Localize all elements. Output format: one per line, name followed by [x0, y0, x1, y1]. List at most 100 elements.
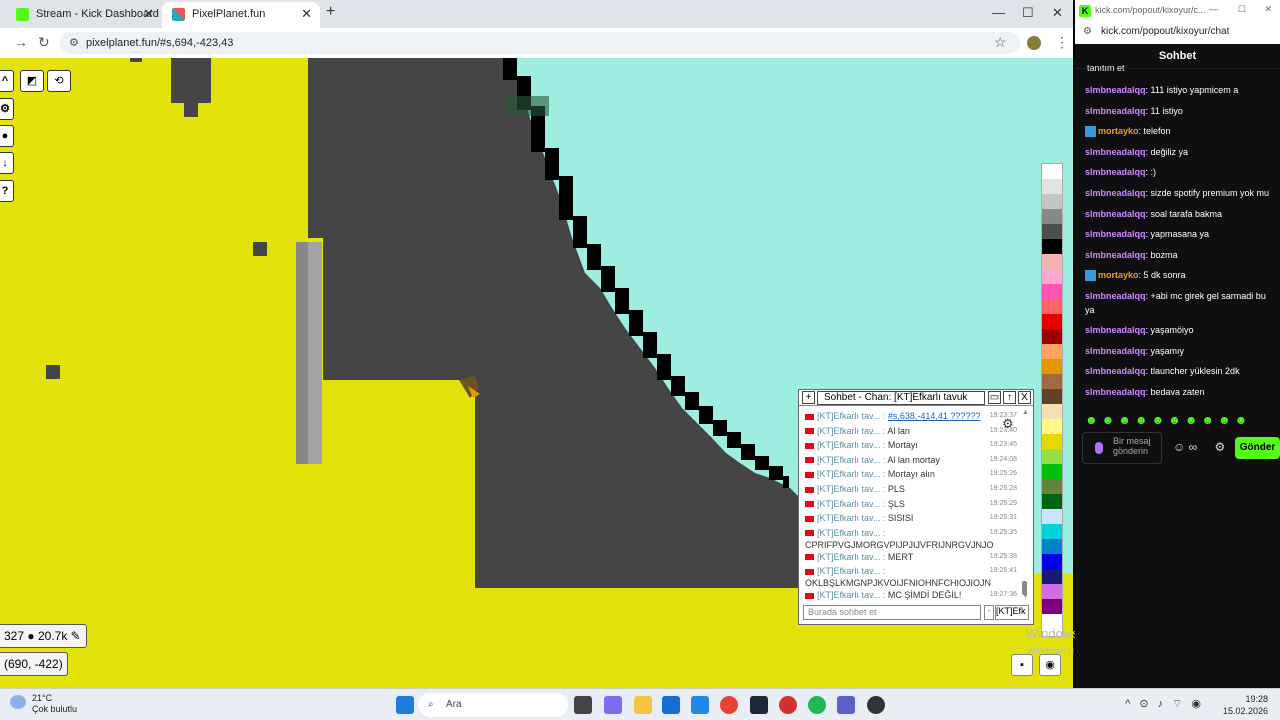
- minimize-icon[interactable]: —: [992, 5, 1005, 20]
- close-window-icon[interactable]: ✕: [1264, 4, 1272, 15]
- scroll-down-icon[interactable]: ▼: [1022, 593, 1029, 600]
- clock[interactable]: 19:28 15.02.2026: [1223, 693, 1268, 717]
- kick-username[interactable]: mortayko: [1098, 126, 1139, 136]
- site-info-icon[interactable]: ⚙: [1083, 22, 1092, 42]
- kick-username[interactable]: slmbneadalqq: [1085, 366, 1146, 376]
- palette-color[interactable]: [1042, 374, 1062, 389]
- palette-color[interactable]: [1042, 449, 1062, 464]
- palette-color[interactable]: [1042, 494, 1062, 509]
- palette-color[interactable]: [1042, 389, 1062, 404]
- chat-input[interactable]: Burada sohbet et: [803, 605, 981, 620]
- emoji-icon[interactable]: ☺: [1173, 440, 1185, 454]
- weather-widget[interactable]: 21°C Çok bulutlu: [10, 693, 77, 715]
- chat-channel-button[interactable]: [KT]Efk: [995, 605, 1029, 620]
- palette-color[interactable]: [1042, 284, 1062, 299]
- palette-color[interactable]: [1042, 344, 1062, 359]
- chat-username[interactable]: [KT]Efkarlı tav... :: [817, 552, 885, 562]
- kick-username[interactable]: slmbneadalqq: [1085, 147, 1146, 157]
- recorder-icon[interactable]: [779, 696, 797, 714]
- emote-bar[interactable]: ☻☻☻☻☻☻☻☻☻☻: [1085, 413, 1251, 427]
- scroll-up-icon[interactable]: ▲: [1022, 409, 1029, 416]
- chat-username[interactable]: [KT]Efkarlı tav... :: [817, 566, 885, 576]
- system-tray[interactable]: ^⊙♪⌔◉: [1125, 697, 1210, 711]
- chat-popout-icon[interactable]: ▭: [988, 391, 1001, 404]
- chat-username[interactable]: [KT]Efkarlı tav... :: [817, 469, 885, 479]
- kick-username[interactable]: slmbneadalqq: [1085, 229, 1146, 239]
- tab-pixelplanet[interactable]: PixelPlanet.fun ✕: [162, 2, 320, 28]
- palette-color[interactable]: [1042, 479, 1062, 494]
- settings-icon[interactable]: ⚙: [1215, 440, 1226, 454]
- task-view-icon[interactable]: [574, 696, 592, 714]
- browser-menu-icon[interactable]: ⋮: [1055, 34, 1069, 51]
- minimize-icon[interactable]: —: [1209, 4, 1218, 14]
- reload-icon[interactable]: ↻: [38, 34, 50, 51]
- kick-username[interactable]: slmbneadalqq: [1085, 85, 1146, 95]
- kick-username[interactable]: slmbneadalqq: [1085, 209, 1146, 219]
- palette-color[interactable]: [1042, 554, 1062, 569]
- palette-color[interactable]: [1042, 224, 1062, 239]
- profile-avatar[interactable]: [1027, 36, 1041, 50]
- chat-scrollbar[interactable]: ▲ ▼: [1020, 409, 1029, 601]
- maximize-icon[interactable]: ☐: [1022, 5, 1034, 21]
- chat-add-button[interactable]: +: [802, 391, 815, 404]
- kick-username[interactable]: mortayko: [1098, 270, 1139, 280]
- copilot-icon[interactable]: [604, 696, 622, 714]
- palette-color[interactable]: [1042, 509, 1062, 524]
- chrome-icon[interactable]: [720, 696, 738, 714]
- app-icon[interactable]: [867, 696, 885, 714]
- chat-username[interactable]: [KT]Efkarlı tav... :: [817, 590, 885, 600]
- kick-username[interactable]: slmbneadalqq: [1085, 106, 1146, 116]
- start-icon[interactable]: [396, 696, 414, 714]
- site-info-icon[interactable]: ⚙: [69, 32, 79, 54]
- chat-username[interactable]: [KT]Efkarlı tav... :: [817, 528, 885, 538]
- help-icon[interactable]: ?: [0, 180, 14, 202]
- infinity-icon[interactable]: ∞: [1189, 440, 1198, 454]
- palette-color[interactable]: [1042, 179, 1062, 194]
- chat-username[interactable]: [KT]Efkarlı tav... :: [817, 440, 885, 450]
- palette-toggle-button[interactable]: ◩: [20, 70, 44, 92]
- close-tab-icon[interactable]: ✕: [301, 2, 312, 26]
- toolbar-collapse-button[interactable]: ^: [0, 70, 14, 92]
- palette-color[interactable]: [1042, 239, 1062, 254]
- maximize-icon[interactable]: ☐: [1238, 4, 1246, 15]
- steam-icon[interactable]: [750, 696, 768, 714]
- kick-username[interactable]: slmbneadalqq: [1085, 291, 1146, 301]
- palette-color[interactable]: [1042, 269, 1062, 284]
- palette-color[interactable]: [1042, 359, 1062, 374]
- chat-username[interactable]: [KT]Efkarlı tav... :: [817, 426, 885, 436]
- store-icon[interactable]: [662, 696, 680, 714]
- chat-username[interactable]: [KT]Efkarlı tav... :: [817, 411, 885, 421]
- palette-color[interactable]: [1042, 539, 1062, 554]
- outlook-icon[interactable]: [691, 696, 709, 714]
- chat-username[interactable]: [KT]Efkarlı tav... :: [817, 484, 885, 494]
- palette-color[interactable]: [1042, 434, 1062, 449]
- chat-channel-select[interactable]: ·: [984, 605, 994, 620]
- bookmark-star-icon[interactable]: ☆: [994, 34, 1007, 51]
- palette-color[interactable]: [1042, 194, 1062, 209]
- kick-username[interactable]: slmbneadalqq: [1085, 250, 1146, 260]
- palette-color[interactable]: [1042, 329, 1062, 344]
- palette-color[interactable]: [1042, 464, 1062, 479]
- taskbar-search[interactable]: ⌕ Ara: [418, 693, 568, 717]
- url-field[interactable]: ⚙ pixelplanet.fun/#s,694,-423,43: [60, 32, 1020, 54]
- palette-color[interactable]: [1042, 419, 1062, 434]
- palette-color[interactable]: [1042, 299, 1062, 314]
- palette-color[interactable]: [1042, 314, 1062, 329]
- kick-username[interactable]: slmbneadalqq: [1085, 387, 1146, 397]
- teams-icon[interactable]: [837, 696, 855, 714]
- close-window-icon[interactable]: ✕: [1052, 5, 1063, 21]
- user-icon[interactable]: ●: [0, 125, 14, 147]
- tab-kick-dashboard[interactable]: Stream - Kick Dashboard ✕: [6, 2, 162, 28]
- kick-message-input[interactable]: Bir mesaj gönderin: [1082, 432, 1162, 464]
- chat-username[interactable]: [KT]Efkarlı tav... :: [817, 499, 885, 509]
- history-toggle-button[interactable]: ⟲: [47, 70, 71, 92]
- palette-color[interactable]: [1042, 584, 1062, 599]
- kick-username[interactable]: slmbneadalqq: [1085, 325, 1146, 335]
- kick-username[interactable]: slmbneadalqq: [1085, 188, 1146, 198]
- chat-close-button[interactable]: X: [1018, 391, 1031, 404]
- settings-icon[interactable]: ⚙: [0, 98, 14, 120]
- kick-username[interactable]: slmbneadalqq: [1085, 167, 1146, 177]
- chat-settings-icon[interactable]: ⚙: [1002, 416, 1014, 432]
- spotify-icon[interactable]: [808, 696, 826, 714]
- palette-color[interactable]: [1042, 209, 1062, 224]
